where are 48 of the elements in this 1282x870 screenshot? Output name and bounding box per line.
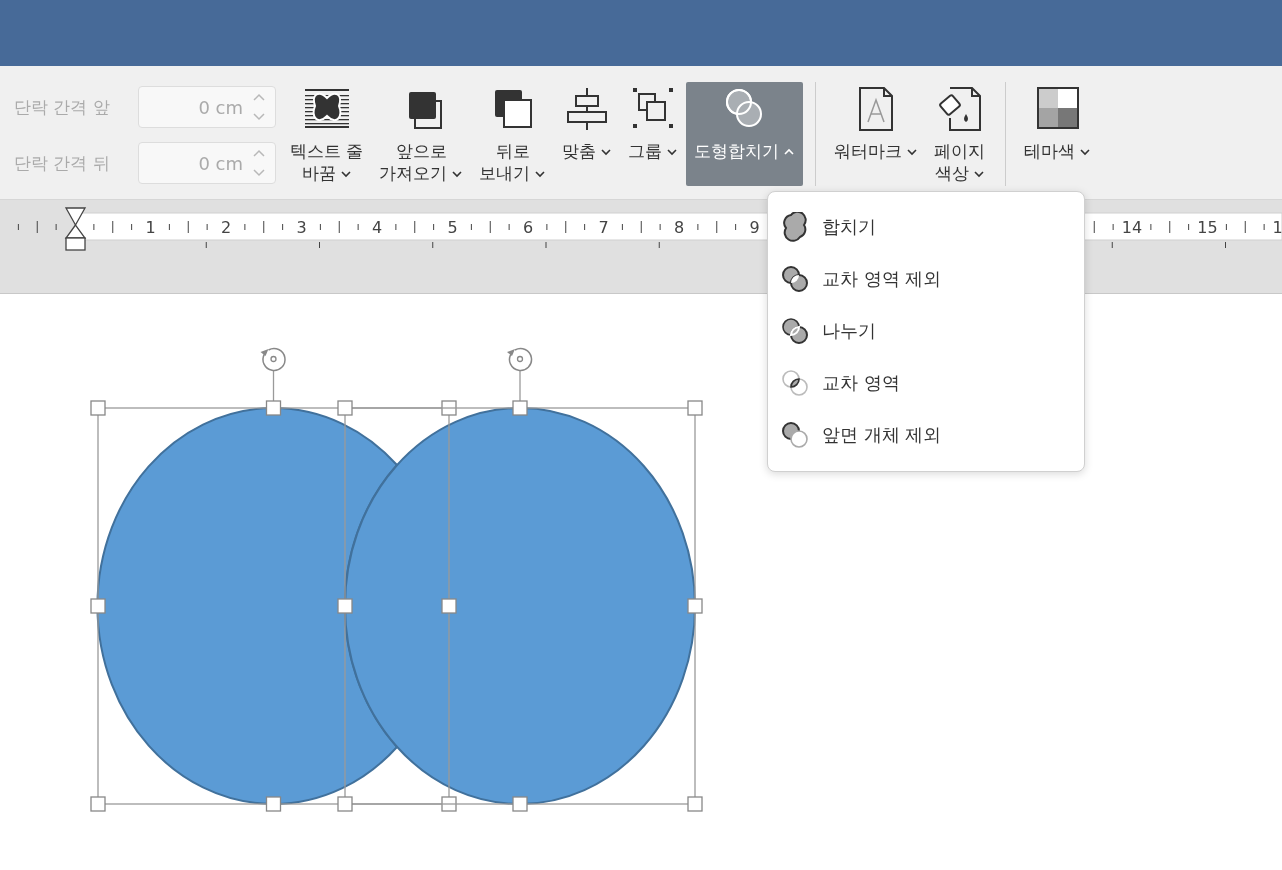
ruler-number: 1 bbox=[1272, 218, 1282, 237]
ruler-number: 5 bbox=[447, 218, 458, 237]
field-label: 단락 간격 앞 bbox=[14, 95, 111, 119]
menu-item[interactable]: 나누기 bbox=[780, 316, 1072, 346]
indent-marker-icon[interactable] bbox=[64, 207, 87, 251]
ruler-number: 14 bbox=[1121, 218, 1143, 237]
intersect-shapes-icon bbox=[780, 368, 810, 398]
ribbon-button[interactable]: 맞춤 bbox=[554, 82, 621, 186]
ruler-number: 15 bbox=[1197, 218, 1218, 237]
fragment-shapes-icon bbox=[780, 316, 810, 346]
chevron-down-icon bbox=[600, 148, 613, 156]
ruler-number: 1 bbox=[145, 218, 156, 237]
ribbon-button[interactable]: 도형합치기 bbox=[686, 82, 804, 186]
ruler-number: 4 bbox=[371, 218, 383, 237]
selection-frame[interactable] bbox=[90, 347, 457, 812]
stepper-icon[interactable] bbox=[253, 148, 265, 178]
ruler-number: 6 bbox=[522, 218, 534, 237]
chevron-up-icon bbox=[783, 148, 796, 156]
ribbon-button[interactable]: 뒤로 보내기 bbox=[471, 82, 555, 186]
chevron-down-icon bbox=[972, 170, 985, 178]
chevron-down-icon bbox=[534, 170, 547, 178]
subtract-shapes-icon bbox=[780, 420, 810, 450]
ribbon-button[interactable]: 그룹 bbox=[620, 82, 687, 186]
selection-frame[interactable] bbox=[337, 347, 703, 812]
menu-item[interactable]: 교차 영역 제외 bbox=[780, 264, 1072, 294]
union-shapes-icon bbox=[780, 212, 810, 242]
menu-item[interactable]: 앞면 개체 제외 bbox=[780, 420, 1072, 450]
menu-item[interactable]: 교차 영역 bbox=[780, 368, 1072, 398]
ribbon-button[interactable]: 테마색 bbox=[1016, 82, 1100, 186]
ribbon-button[interactable]: 워터마크 bbox=[826, 82, 927, 186]
chevron-down-icon bbox=[1079, 148, 1092, 156]
chevron-down-icon bbox=[666, 148, 679, 156]
menu-item[interactable]: 합치기 bbox=[780, 212, 1072, 242]
ribbon-button[interactable]: 페이지 색상 bbox=[926, 82, 994, 186]
ribbon-button[interactable]: 앞으로 가져오기 bbox=[371, 82, 472, 186]
ruler-number: 8 bbox=[673, 218, 685, 237]
chevron-down-icon bbox=[451, 170, 464, 178]
stepper-icon[interactable] bbox=[253, 92, 265, 122]
chevron-down-icon bbox=[339, 170, 352, 178]
ellipse-shape[interactable] bbox=[344, 407, 696, 805]
ruler-number: 7 bbox=[598, 218, 609, 237]
ruler-number: 9 bbox=[749, 218, 760, 237]
chevron-down-icon bbox=[906, 148, 919, 156]
ruler-number: 2 bbox=[220, 218, 232, 237]
field-label: 단락 간격 뒤 bbox=[14, 151, 111, 175]
ruler-number: 3 bbox=[296, 218, 307, 237]
combine-shapes-icon bbox=[780, 264, 810, 294]
ribbon-button[interactable]: 텍스트 줄 바꿈 bbox=[282, 82, 372, 186]
